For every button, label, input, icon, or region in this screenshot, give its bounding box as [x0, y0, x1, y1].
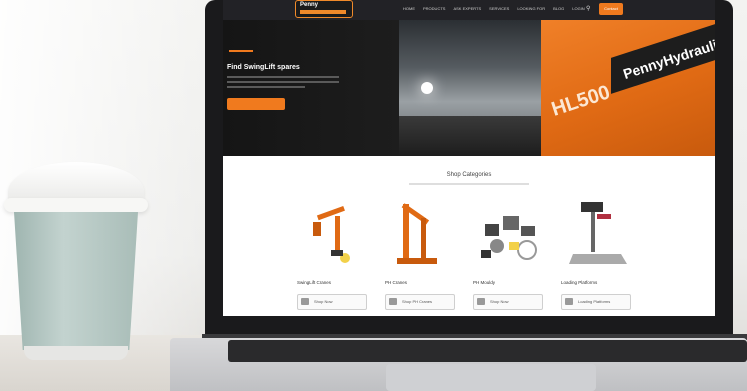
category-cards: SwingLift Cranes Shop Now PH Cranes Shop… [297, 198, 649, 316]
hero-warehouse-photo [399, 20, 541, 156]
hero-accent-line [229, 50, 253, 52]
shop-spares-button[interactable] [227, 98, 285, 110]
cup-base [24, 346, 128, 360]
cart-icon [389, 298, 397, 305]
category-card-ph-cranes[interactable]: PH Cranes Shop PH Cranes [385, 198, 465, 316]
category-label: PH Mouldy [473, 280, 496, 285]
cart-icon [565, 298, 573, 305]
hero-text-panel: Find SwingLift spares [223, 20, 399, 156]
search-icon[interactable]: ⚲ [586, 5, 590, 12]
hero-banner: Find SwingLift spares PennyHydraulic HL5… [223, 20, 715, 156]
shop-ph-cranes-button[interactable]: Shop PH Cranes [385, 294, 455, 310]
shop-ph-mouldy-button[interactable]: Shop Now [473, 294, 543, 310]
nav-link-looking-for[interactable]: Looking for [517, 6, 545, 11]
category-label: Loading Platforms [561, 280, 598, 285]
hero-truck-photo: PennyHydraulic HL500 [541, 20, 715, 156]
hero-title: Find SwingLift spares [227, 64, 300, 71]
category-card-loading-platforms[interactable]: Loading Platforms Loading Platforms [561, 198, 641, 316]
laptop-trackpad [386, 364, 596, 391]
nav-link-services[interactable]: Services [489, 6, 509, 11]
categories-subtitle-line [409, 183, 529, 185]
laptop-keyboard [228, 340, 747, 362]
nav-link-login[interactable]: Login [572, 6, 584, 11]
cart-icon [301, 298, 309, 305]
cup-body [14, 212, 138, 350]
shop-swinglift-button[interactable]: Shop Now [297, 294, 367, 310]
logo-accent [300, 10, 346, 14]
contact-button[interactable]: Contact [599, 3, 623, 15]
truck-model-text: HL500 [548, 81, 613, 121]
nav-link-home[interactable]: Home [403, 6, 415, 11]
swinglift-crane-image [297, 198, 377, 274]
warehouse-shelf [399, 116, 541, 156]
loading-platform-image [561, 198, 641, 274]
category-label: SwingLift Cranes [297, 280, 332, 285]
laptop-screen: Penny Home Products Ask Experts Services… [223, 0, 715, 316]
hero-subtitle-lines [227, 76, 339, 90]
ph-crane-image [385, 198, 465, 274]
logo-text: Penny [300, 2, 319, 8]
cup-rim [4, 198, 148, 212]
nav-links: Home Products Ask Experts Services Looki… [403, 6, 585, 11]
categories-title: Shop Categories [446, 172, 492, 178]
nav-link-blog[interactable]: Blog [553, 6, 564, 11]
category-card-swinglift[interactable]: SwingLift Cranes Shop Now [297, 198, 377, 316]
site-logo[interactable]: Penny [295, 0, 353, 18]
nav-link-ask-experts[interactable]: Ask Experts [453, 6, 481, 11]
shop-loading-platforms-button[interactable]: Loading Platforms [561, 294, 631, 310]
nav-link-products[interactable]: Products [423, 6, 445, 11]
ph-parts-image [473, 198, 553, 274]
site-navbar: Penny Home Products Ask Experts Services… [223, 0, 715, 20]
category-label: PH Cranes [385, 280, 408, 285]
category-card-ph-mouldy[interactable]: PH Mouldy Shop Now [473, 198, 553, 316]
coffee-cup [4, 162, 148, 362]
ceiling-light [421, 82, 433, 94]
cart-icon [477, 298, 485, 305]
